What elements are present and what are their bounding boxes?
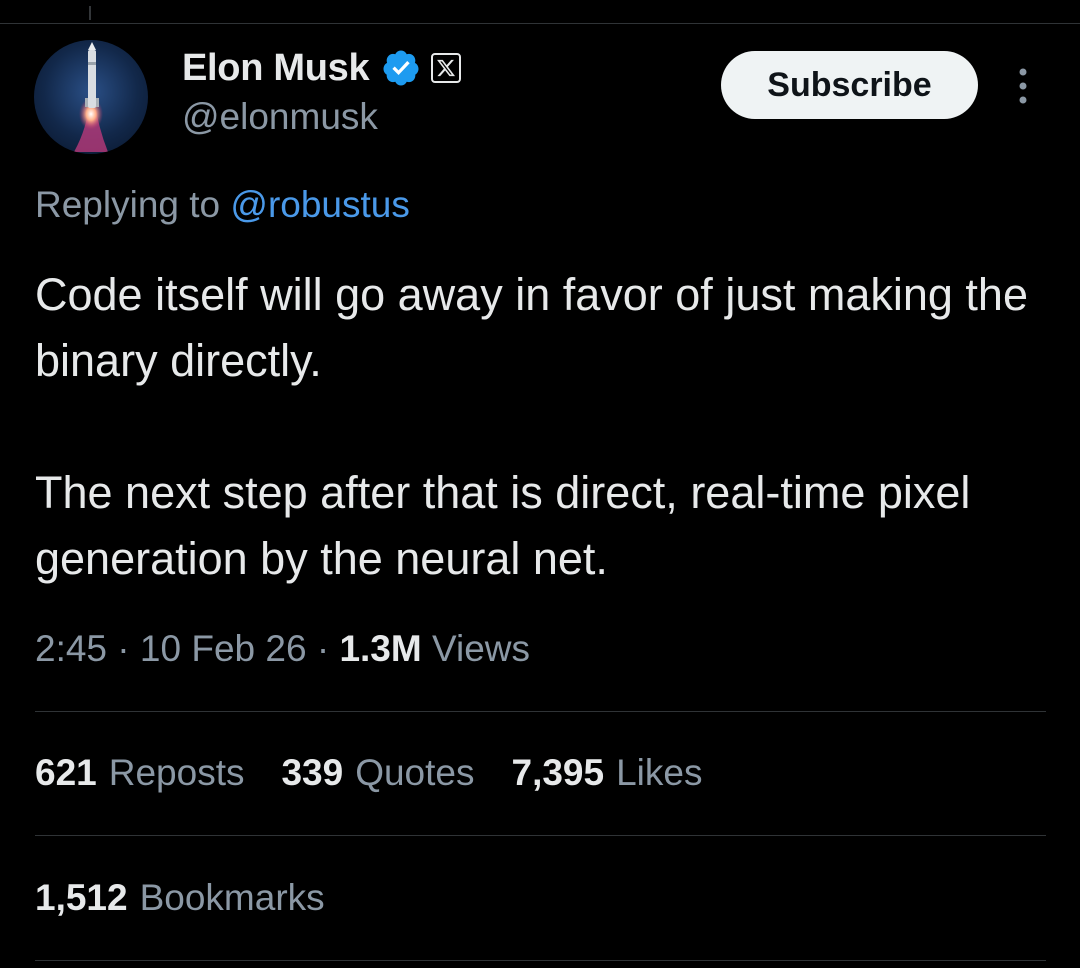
top-divider	[0, 23, 1080, 24]
engagement-stats: 621 Reposts 339 Quotes 7,395 Likes	[35, 752, 702, 794]
reposts-stat[interactable]: 621 Reposts	[35, 752, 244, 794]
views-count: 1.3M	[339, 628, 422, 669]
likes-stat[interactable]: 7,395 Likes	[512, 752, 703, 794]
reply-handle-link[interactable]: @robustus	[230, 184, 409, 225]
x-affiliate-icon[interactable]	[431, 53, 462, 83]
quotes-stat[interactable]: 339 Quotes	[281, 752, 474, 794]
more-vertical-icon[interactable]	[1008, 64, 1038, 108]
verified-badge-icon[interactable]	[381, 48, 421, 88]
likes-label: Likes	[616, 752, 703, 793]
tweet-paragraph: The next step after that is direct, real…	[35, 467, 971, 584]
meta-separator: ·	[117, 628, 140, 669]
bookmarks-stat[interactable]: 1,512 Bookmarks	[35, 877, 325, 919]
rocket-launch-icon	[74, 42, 108, 152]
x-logo-icon	[437, 59, 456, 77]
thread-connector-line	[89, 6, 91, 20]
likes-count: 7,395	[511, 752, 605, 793]
tweet-paragraph: Code itself will go away in favor of jus…	[35, 269, 1028, 386]
tweet-date[interactable]: 10 Feb 26	[140, 628, 307, 669]
reposts-label: Reposts	[108, 752, 245, 793]
tweet-text: Code itself will go away in favor of jus…	[35, 262, 1045, 592]
divider	[35, 960, 1046, 961]
reposts-count: 621	[35, 752, 97, 793]
quotes-count: 339	[281, 752, 344, 793]
tweet-meta: 2:45 · 10 Feb 26 · 1.3M Views	[35, 628, 530, 670]
divider	[35, 711, 1046, 712]
avatar[interactable]	[34, 40, 148, 154]
quotes-label: Quotes	[355, 752, 475, 793]
author-name[interactable]: Elon Musk	[182, 47, 370, 90]
replying-to: Replying to @robustus	[35, 184, 410, 226]
subscribe-button[interactable]: Subscribe	[721, 51, 978, 119]
views-label: Views	[431, 628, 531, 669]
author-handle[interactable]: @elonmusk	[182, 96, 378, 138]
tweet-time[interactable]: 2:45	[35, 628, 107, 669]
bookmarks-label: Bookmarks	[139, 877, 325, 918]
meta-separator: ·	[316, 628, 340, 669]
bookmarks-count: 1,512	[35, 877, 128, 918]
replying-to-prefix: Replying to	[35, 184, 221, 225]
author-name-row: Elon Musk	[182, 44, 462, 92]
divider	[35, 835, 1046, 836]
